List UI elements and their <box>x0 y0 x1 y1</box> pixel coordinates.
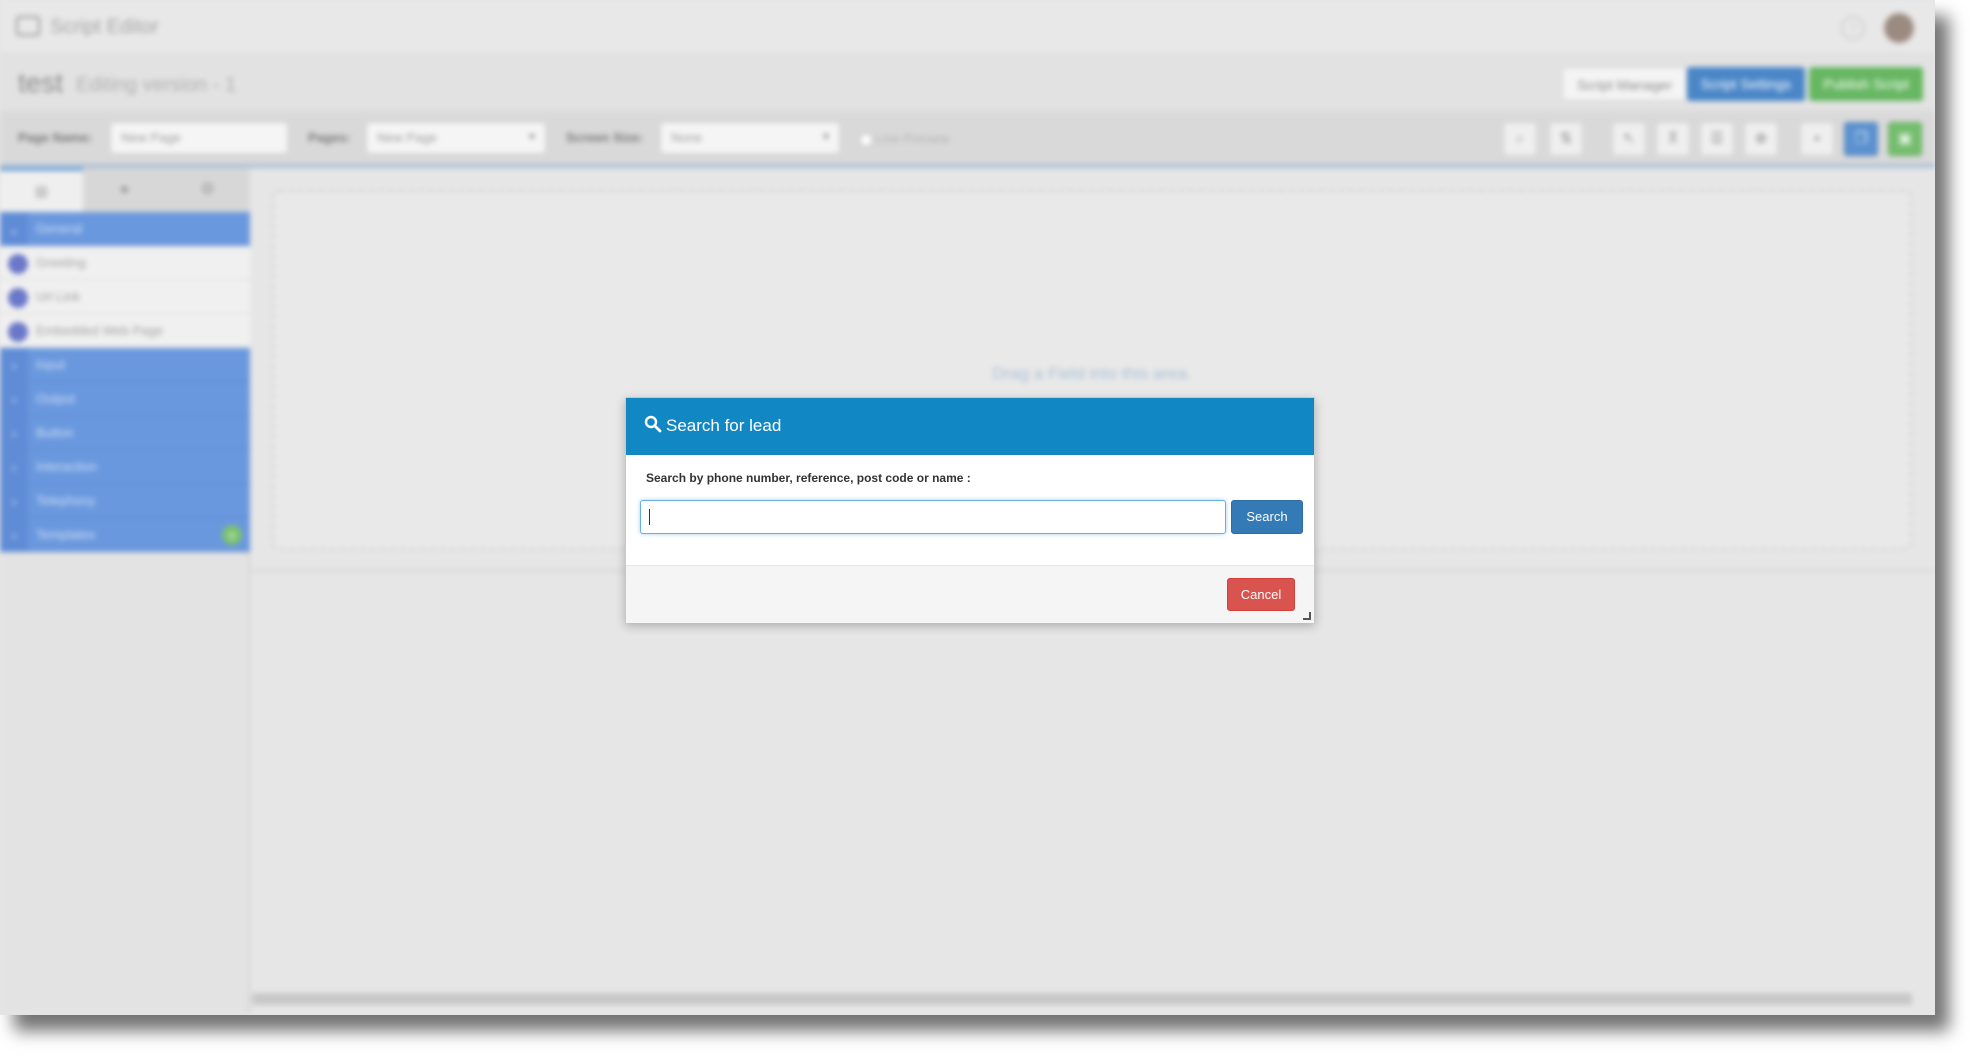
list-icon[interactable]: ☰ <box>1700 122 1734 156</box>
chevron-down-icon: ⌄ <box>0 212 28 246</box>
cancel-button[interactable]: Cancel <box>1227 578 1295 611</box>
lead-search-input[interactable] <box>640 500 1226 534</box>
sidebar-category-label: Button <box>36 425 74 440</box>
sidebar-category-label: General <box>36 221 83 236</box>
search-prompt-label: Search by phone number, reference, post … <box>646 471 971 485</box>
pointer-icon[interactable]: ↖ <box>1612 122 1646 156</box>
greeting-icon <box>8 254 28 274</box>
search-button[interactable]: Search <box>1231 500 1303 534</box>
search-icon <box>644 415 662 433</box>
file-icon[interactable]: ▪ <box>1800 122 1834 156</box>
sidebar-category-label: Templates <box>36 527 96 542</box>
globe-icon <box>8 322 28 342</box>
dialog-footer: Cancel <box>626 565 1314 623</box>
settings-icon[interactable]: ⚙ <box>166 168 249 212</box>
sidebar-item-label: Url Link <box>36 289 81 304</box>
pages-label: Pages: <box>308 130 351 145</box>
sidebar-item-embedded-web-page[interactable]: Embedded Web Page <box>0 314 250 348</box>
script-manager-button[interactable]: Script Manager <box>1562 67 1687 101</box>
field-sidebar: ⊞ ● ⚙ ⌄ General Greeting Url Link Embedd… <box>0 168 250 1015</box>
sidebar-item-greeting[interactable]: Greeting <box>0 246 250 280</box>
script-settings-button[interactable]: Script Settings <box>1686 67 1805 101</box>
avatar[interactable] <box>1883 12 1915 44</box>
copy-icon[interactable]: ❐ <box>1844 122 1878 156</box>
script-name: test <box>18 67 64 98</box>
script-editor-window: Script Editor ? test Editing version - 1… <box>0 0 1935 1015</box>
dialog-body: Search by phone number, reference, post … <box>626 455 1314 565</box>
horizontal-scrollbar[interactable] <box>252 993 1912 1005</box>
chevron-right-icon: › <box>0 518 28 552</box>
sidebar-item-url-link[interactable]: Url Link <box>0 280 250 314</box>
resize-handle-icon[interactable] <box>1303 612 1311 620</box>
help-icon[interactable]: ? <box>1841 16 1865 40</box>
chevron-right-icon: › <box>0 382 28 416</box>
sidebar-category-output[interactable]: › Output <box>0 382 250 416</box>
sidebar-category-interaction[interactable]: › Interaction <box>0 450 250 484</box>
live-preview-checkbox[interactable]: Live Preview <box>860 131 950 146</box>
title-bar: Script Editor ? <box>0 0 1935 54</box>
editor-toolbar: Page Name: New Page Pages: New Page ▼ Scr… <box>0 112 1935 168</box>
sidebar-category-general[interactable]: ⌄ General <box>0 212 250 246</box>
chevron-right-icon: › <box>0 416 28 450</box>
sidebar-tabs: ⊞ ● ⚙ <box>0 168 250 212</box>
chevron-down-icon: ▼ <box>821 132 831 143</box>
grid-icon[interactable]: ⊞ <box>0 168 83 212</box>
sidebar-item-label: Embedded Web Page <box>36 323 163 338</box>
dialog-title: Search for lead <box>666 416 782 435</box>
page-name-label: Page Name: <box>18 130 93 145</box>
sidebar-item-label: Greeting <box>36 255 86 270</box>
sidebar-category-button[interactable]: › Button <box>0 416 250 450</box>
drop-hint: Drag a Field into this area. <box>992 364 1192 383</box>
screen-size-select-value: None <box>671 130 703 145</box>
chart-icon[interactable]: ⇅ <box>1549 122 1583 156</box>
page-name-input[interactable]: New Page <box>110 122 288 154</box>
version-label: Editing version - 1 <box>76 74 237 96</box>
search-lead-dialog: Search for lead Search by phone number, … <box>625 397 1315 623</box>
screen-size-label: Screen Size: <box>566 130 644 145</box>
sidebar-category-telephony[interactable]: › Telephony <box>0 484 250 518</box>
add-template-icon[interactable]: + <box>222 525 242 545</box>
dialog-header: Search for lead <box>626 398 1314 455</box>
screen-size-select[interactable]: None ▼ <box>660 122 840 154</box>
sidebar-category-label: Output <box>36 391 76 406</box>
chevron-right-icon: › <box>0 348 28 382</box>
search-icon[interactable]: ⌕ <box>1503 122 1537 156</box>
crosshair-icon[interactable]: ⊕ <box>1744 122 1778 156</box>
sidebar-category-label: Input <box>36 357 65 372</box>
sidebar-category-label: Telephony <box>36 493 96 508</box>
pages-select[interactable]: New Page ▼ <box>366 122 546 154</box>
chevron-down-icon: ▼ <box>527 132 537 143</box>
circle-icon[interactable]: ● <box>83 168 166 212</box>
publish-script-button[interactable]: Publish Script <box>1809 67 1923 101</box>
chevron-right-icon: › <box>0 484 28 518</box>
chevron-right-icon: › <box>0 450 28 484</box>
text-cursor <box>649 509 650 525</box>
sitemap-icon[interactable]: ⊼ <box>1656 122 1690 156</box>
app-title: Script Editor <box>50 16 159 38</box>
sidebar-category-label: Interaction <box>36 459 97 474</box>
save-icon[interactable]: ▣ <box>1888 122 1922 156</box>
link-icon <box>8 288 28 308</box>
pages-select-value: New Page <box>377 130 437 145</box>
app-logo-icon <box>16 16 40 36</box>
script-heading: test Editing version - 1 Script Manager … <box>0 55 1935 111</box>
sidebar-category-input[interactable]: › Input <box>0 348 250 382</box>
sidebar-category-templates[interactable]: › Templates + <box>0 518 250 552</box>
